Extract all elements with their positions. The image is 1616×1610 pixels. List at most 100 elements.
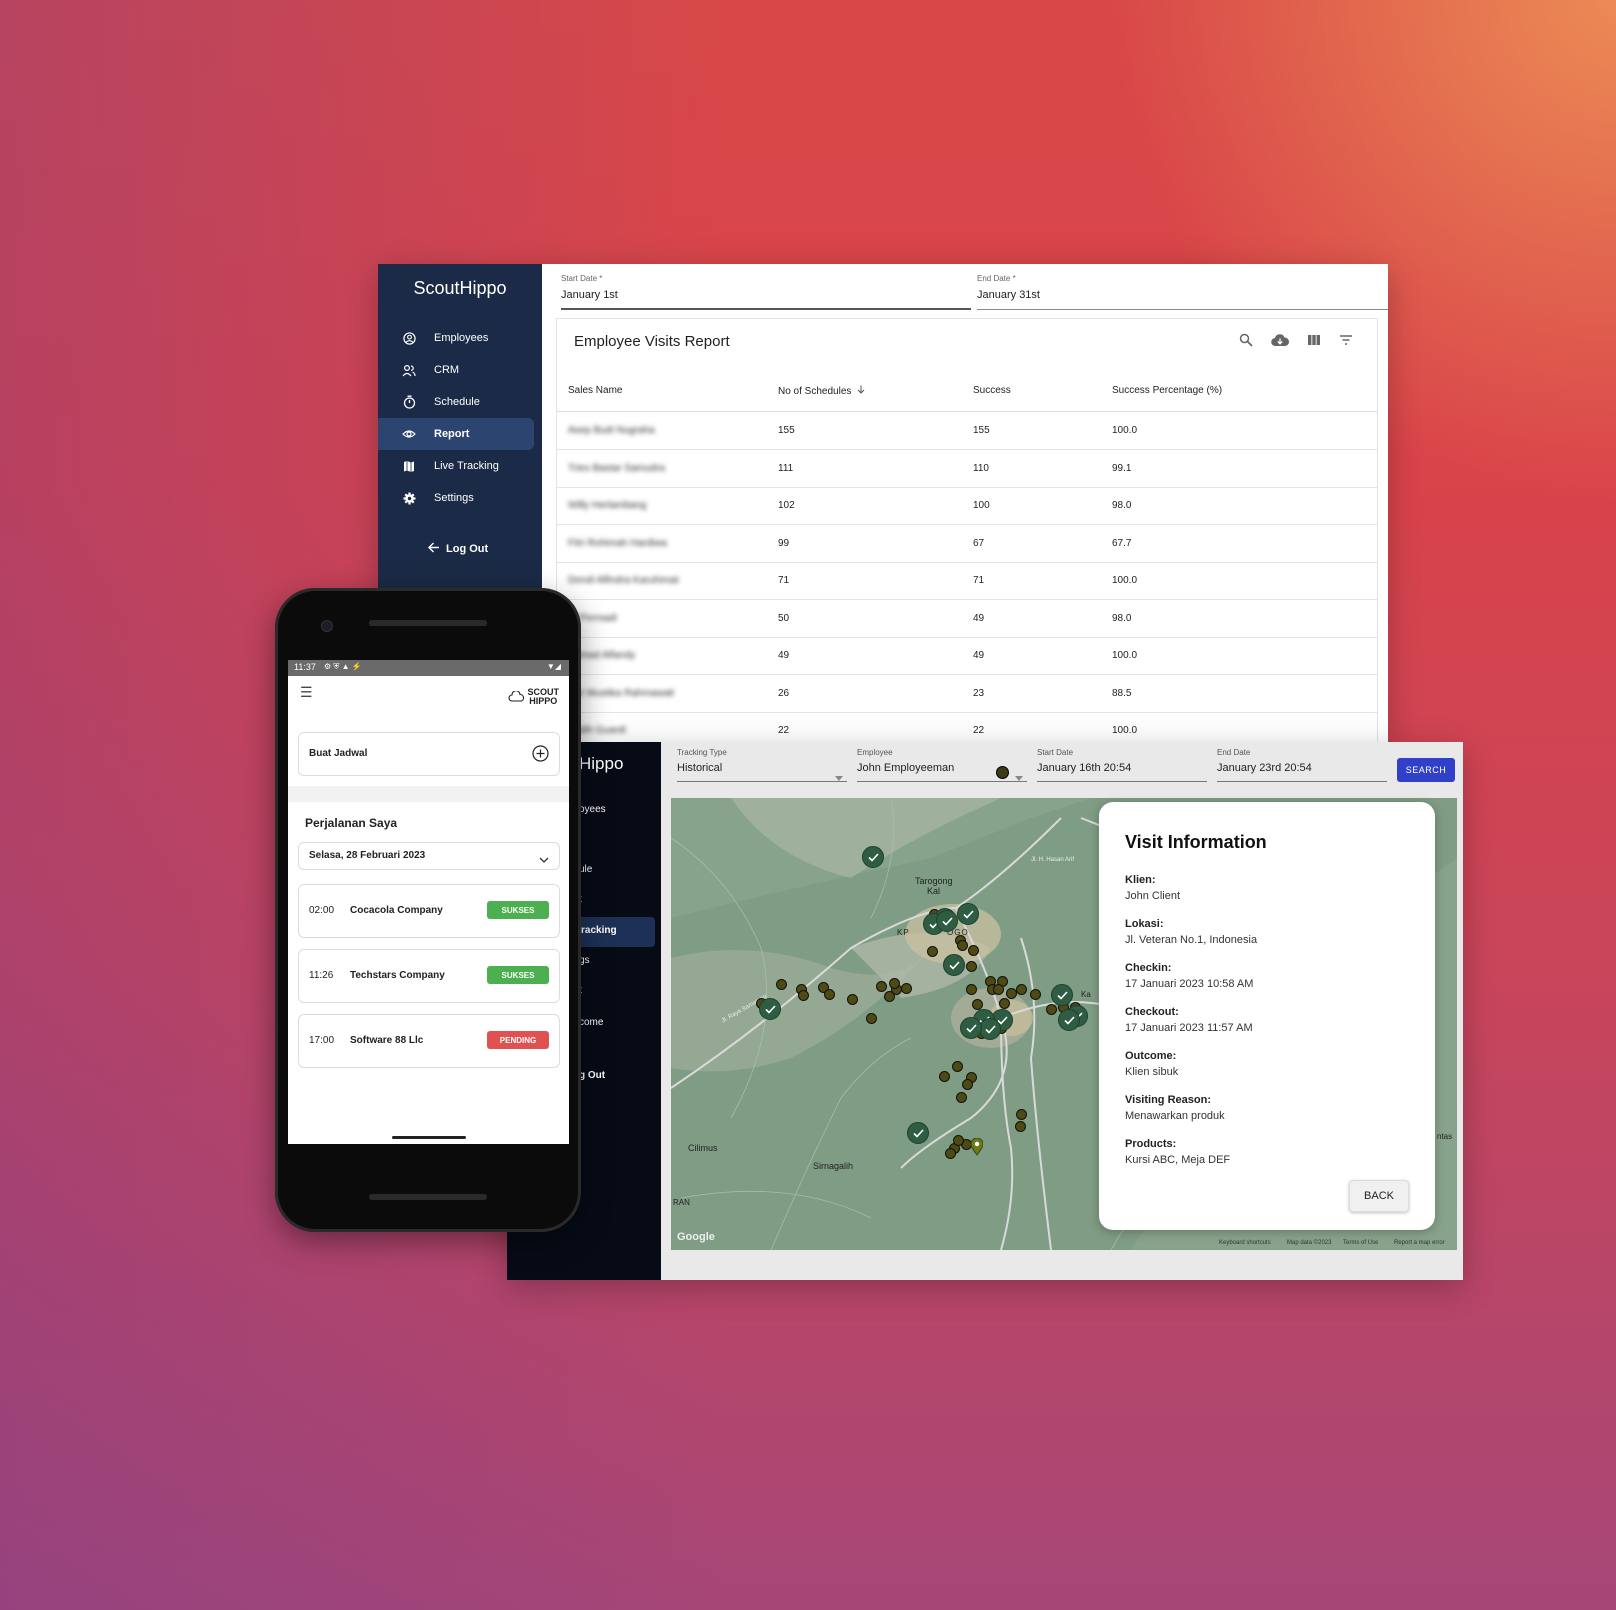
location-dot-marker[interactable] — [939, 1071, 950, 1082]
location-dot-marker[interactable] — [966, 984, 977, 995]
filter-icon[interactable] — [1339, 333, 1353, 352]
location-dot-marker[interactable] — [966, 961, 977, 972]
location-dot-marker[interactable] — [798, 990, 809, 1001]
cell-success: 71 — [973, 575, 985, 586]
col-sales-name[interactable]: Sales Name — [568, 385, 622, 396]
location-dot-marker[interactable] — [1016, 984, 1027, 995]
end-date-value: January 31st — [977, 289, 1040, 301]
cell-success-percentage: 99.1 — [1112, 462, 1132, 474]
sidebar-item-schedule[interactable]: Schedule — [378, 386, 534, 418]
sidebar-item-employees[interactable]: oyees — [579, 804, 606, 815]
table-row[interactable]: Tries Bastar Samudra 111 110 99.1 — [557, 450, 1377, 488]
cloud-download-icon[interactable] — [1271, 333, 1290, 352]
table-row[interactable]: Ai Permadi 50 49 98.0 — [557, 600, 1377, 638]
location-dot-marker[interactable] — [1046, 1004, 1057, 1015]
add-circle-icon[interactable] — [532, 745, 549, 767]
location-dot-marker[interactable] — [953, 1135, 964, 1146]
table-row[interactable]: Asep Budi Nugraha 155 155 100.0 — [557, 412, 1377, 450]
table-row[interactable]: Ahmad Alfandy 49 49 100.0 — [557, 637, 1377, 675]
check-visit-marker-icon[interactable] — [979, 1018, 1001, 1040]
location-dot-marker[interactable] — [901, 983, 912, 994]
arrow-down-icon — [857, 385, 865, 397]
check-visit-marker-icon[interactable] — [1058, 1009, 1080, 1031]
search-icon[interactable] — [1239, 333, 1253, 352]
eye-icon — [402, 427, 416, 441]
location-dot-marker[interactable] — [945, 1148, 956, 1159]
location-dot-marker[interactable] — [927, 946, 938, 957]
date-select[interactable]: Selasa, 28 Februari 2023 — [298, 842, 560, 870]
col-no-of-schedules-label: No of Schedules — [778, 386, 852, 397]
logout-button[interactable]: Log Out — [428, 542, 488, 556]
check-visit-marker-icon[interactable] — [960, 1017, 982, 1039]
location-dot-marker[interactable] — [952, 1061, 963, 1072]
search-button[interactable]: SEARCH — [1397, 758, 1455, 782]
sidebar-item-employees[interactable]: Employees — [378, 322, 534, 354]
caret-down-icon — [835, 768, 843, 786]
check-visit-marker-icon[interactable] — [862, 846, 884, 868]
location-dot-marker[interactable] — [1016, 1109, 1027, 1120]
location-dot-marker[interactable] — [956, 1092, 967, 1103]
location-dot-marker[interactable] — [884, 991, 895, 1002]
col-success[interactable]: Success — [973, 385, 1011, 396]
employee-select[interactable]: Employee John Employeeman — [857, 748, 1027, 782]
location-dot-marker[interactable] — [1030, 989, 1041, 1000]
check-visit-marker-icon[interactable] — [759, 998, 781, 1020]
sidebar-item-settings[interactable]: Settings — [378, 482, 534, 514]
visit-field-value: Jl. Veteran No.1, Indonesia — [1125, 934, 1258, 946]
map-footer-report-error[interactable]: Report a map error — [1394, 1240, 1445, 1246]
location-dot-marker[interactable] — [1015, 1121, 1026, 1132]
location-dot-marker[interactable] — [776, 979, 787, 990]
location-dot-marker[interactable] — [824, 989, 835, 1000]
table-row[interactable]: Fadih Guardi 22 22 100.0 — [557, 712, 1377, 742]
sidebar-item-report[interactable]: Report — [378, 418, 534, 450]
check-visit-marker-icon[interactable] — [1051, 984, 1073, 1006]
trip-card[interactable]: 17:00 Software 88 Llc PENDING — [298, 1014, 560, 1068]
sidebar-item-live-tracking[interactable]: racking — [581, 925, 617, 936]
sidebar-item-outcome[interactable]: come — [579, 1017, 603, 1028]
map-footer-terms[interactable]: Terms of Use — [1343, 1240, 1378, 1246]
sidebar-item-schedule[interactable]: ule — [579, 864, 592, 875]
col-no-of-schedules[interactable]: No of Schedules — [778, 385, 865, 397]
location-dot-marker[interactable] — [876, 981, 887, 992]
check-visit-marker-icon[interactable] — [907, 1122, 929, 1144]
location-dot-marker[interactable] — [968, 945, 979, 956]
tracking-start-date-field[interactable]: Start Date January 16th 20:54 — [1037, 748, 1207, 782]
location-dot-marker[interactable] — [999, 998, 1010, 1009]
cell-sales-name: Dendi Alfindra Karuhimat — [568, 575, 679, 586]
sidebar-item-label: Live Tracking — [434, 460, 499, 472]
col-success-percentage[interactable]: Success Percentage (%) — [1112, 385, 1222, 396]
table-row[interactable]: Nur Mustika Rahmawati 26 23 88.5 — [557, 675, 1377, 713]
view-column-icon[interactable] — [1307, 333, 1321, 352]
location-dot-marker[interactable] — [962, 1079, 973, 1090]
trip-card[interactable]: 02:00 Cocacola Company SUKSES — [298, 884, 560, 938]
cell-schedules: 22 — [778, 725, 790, 736]
table-row[interactable]: Fitri Rohimah Hardiwa 99 67 67.7 — [557, 525, 1377, 563]
location-dot-marker[interactable] — [847, 994, 858, 1005]
table-row[interactable]: Dendi Alfindra Karuhimat 71 71 100.0 — [557, 562, 1377, 600]
tracking-end-date-field[interactable]: End Date January 23rd 20:54 — [1217, 748, 1387, 782]
check-visit-marker-icon[interactable] — [943, 954, 965, 976]
back-button[interactable]: BACK — [1349, 1180, 1409, 1212]
trip-card[interactable]: 11:26 Techstars Company SUKSES — [298, 949, 560, 1003]
tracking-start-date-underline — [1037, 781, 1207, 782]
location-dot-marker[interactable] — [993, 984, 1004, 995]
location-pin-icon[interactable] — [970, 1137, 984, 1161]
check-visit-marker-icon[interactable] — [957, 903, 979, 925]
check-visit-marker-icon[interactable] — [936, 910, 958, 932]
logout-button[interactable]: g Out — [579, 1070, 605, 1081]
table-header: Sales Name No of Schedules Success Succe… — [557, 371, 1377, 412]
date-select-value: Selasa, 28 Februari 2023 — [309, 850, 426, 861]
location-dot-marker[interactable] — [866, 1013, 877, 1024]
start-date-field[interactable]: Start Date * January 1st — [561, 274, 971, 310]
location-dot-marker[interactable] — [889, 978, 900, 989]
sidebar-item-crm[interactable]: CRM — [378, 354, 534, 386]
end-date-field[interactable]: End Date * January 31st — [977, 274, 1388, 310]
map-footer-keyboard[interactable]: Keyboard shortcuts — [1219, 1240, 1271, 1246]
table-row[interactable]: Willy Herlambang 102 100 98.0 — [557, 487, 1377, 525]
create-schedule-card[interactable]: Buat Jadwal — [298, 732, 560, 776]
google-logo: Google — [677, 1231, 715, 1243]
hamburger-menu-icon[interactable]: ☰ — [300, 684, 313, 701]
tracking-type-select[interactable]: Tracking Type Historical — [677, 748, 847, 782]
location-dot-marker[interactable] — [957, 940, 968, 951]
sidebar-item-live-tracking[interactable]: Live Tracking — [378, 450, 534, 482]
